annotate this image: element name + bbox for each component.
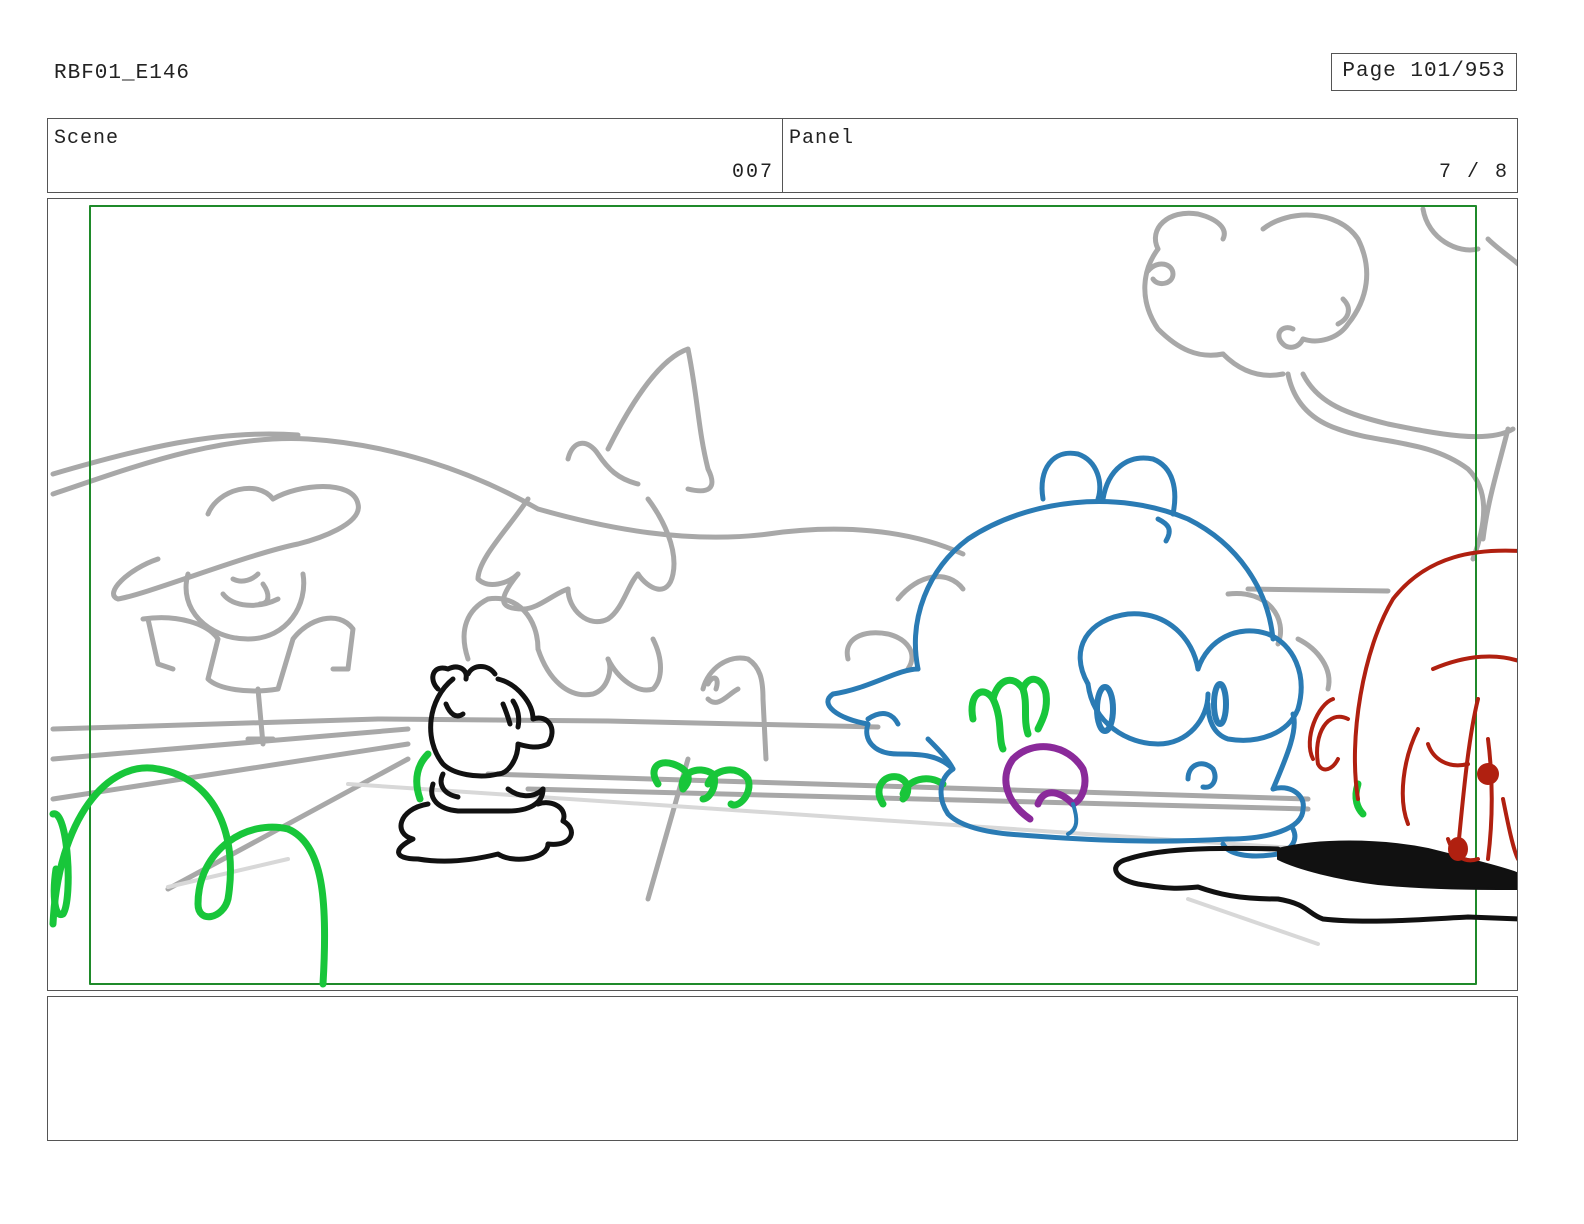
scene-number: 007 <box>731 161 774 184</box>
page-counter: Page 101/953 <box>1331 53 1517 91</box>
scene-label: Scene <box>54 127 120 150</box>
red-character <box>1307 548 1517 863</box>
panel-label: Panel <box>789 127 855 150</box>
safe-frame <box>89 205 1477 985</box>
scene-panel-info: Scene 007 Panel 7 / 8 <box>47 118 1518 193</box>
scene-cell: Scene 007 <box>48 119 782 192</box>
storyboard-frame <box>47 198 1518 991</box>
panel-drawing <box>49 205 1517 988</box>
panel-number: 7 / 8 <box>1438 161 1509 184</box>
notes-box <box>47 996 1518 1141</box>
storyboard-id: RBF01_E146 <box>54 62 191 85</box>
panel-cell: Panel 7 / 8 <box>782 119 1517 192</box>
